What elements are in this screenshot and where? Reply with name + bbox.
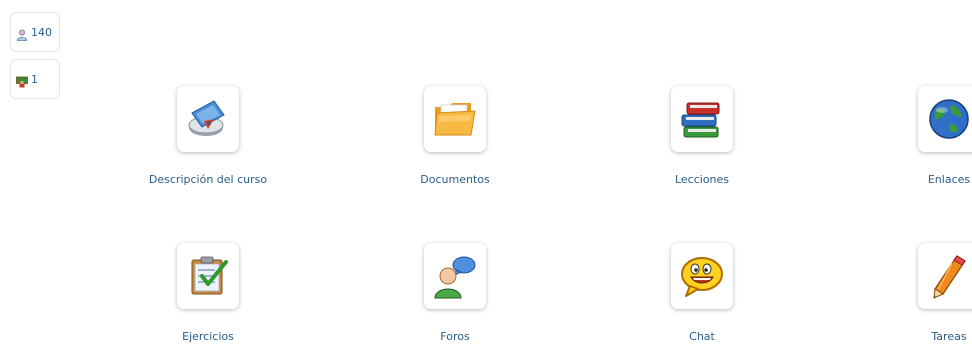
tool-icon-box[interactable] — [424, 243, 486, 309]
tool-icon-box[interactable] — [177, 86, 239, 152]
tool-course-description[interactable]: Descripción del curso — [108, 86, 308, 186]
tool-lessons[interactable]: Lecciones — [602, 86, 802, 186]
teachers-count: 1 — [31, 72, 38, 86]
tool-chat[interactable]: Chat — [602, 243, 802, 343]
tool-icon-box[interactable] — [918, 86, 972, 152]
tool-icon-box[interactable] — [671, 243, 733, 309]
user-icon — [16, 26, 28, 41]
books-icon — [681, 102, 720, 138]
course-description-icon — [188, 100, 225, 136]
tool-label[interactable]: Foros — [355, 330, 555, 343]
tool-links[interactable]: Enlaces — [849, 86, 972, 186]
tool-icon-box[interactable] — [671, 86, 733, 152]
tool-label[interactable]: Lecciones — [602, 173, 802, 186]
users-count: 140 — [31, 25, 52, 39]
pencil-icon — [933, 255, 966, 299]
users-count-badge[interactable]: 140 — [10, 12, 60, 52]
folder-icon — [434, 103, 476, 136]
tool-label[interactable]: Chat — [602, 330, 802, 343]
tool-label[interactable]: Descripción del curso — [108, 173, 308, 186]
tool-documents[interactable]: Documentos — [355, 86, 555, 186]
forum-user-icon — [434, 256, 476, 299]
tool-label[interactable]: Enlaces — [849, 173, 972, 186]
teachers-count-badge[interactable]: 1 — [10, 59, 60, 99]
tool-icon-box[interactable] — [424, 86, 486, 152]
checklist-icon — [191, 256, 228, 295]
smiley-chat-icon — [681, 257, 723, 297]
tool-icon-box[interactable] — [918, 243, 972, 309]
tool-exercises[interactable]: Ejercicios — [108, 243, 308, 343]
globe-icon — [929, 99, 969, 139]
tool-forums[interactable]: Foros — [355, 243, 555, 343]
tool-icon-box[interactable] — [177, 243, 239, 309]
tool-label[interactable]: Ejercicios — [108, 330, 308, 343]
teacher-icon — [16, 73, 28, 88]
tool-assignments[interactable]: Tareas — [849, 243, 972, 343]
tool-label[interactable]: Documentos — [355, 173, 555, 186]
course-home-page: 140 1 Descripción del curso Documentos L… — [0, 0, 972, 346]
tool-label[interactable]: Tareas — [849, 330, 972, 343]
